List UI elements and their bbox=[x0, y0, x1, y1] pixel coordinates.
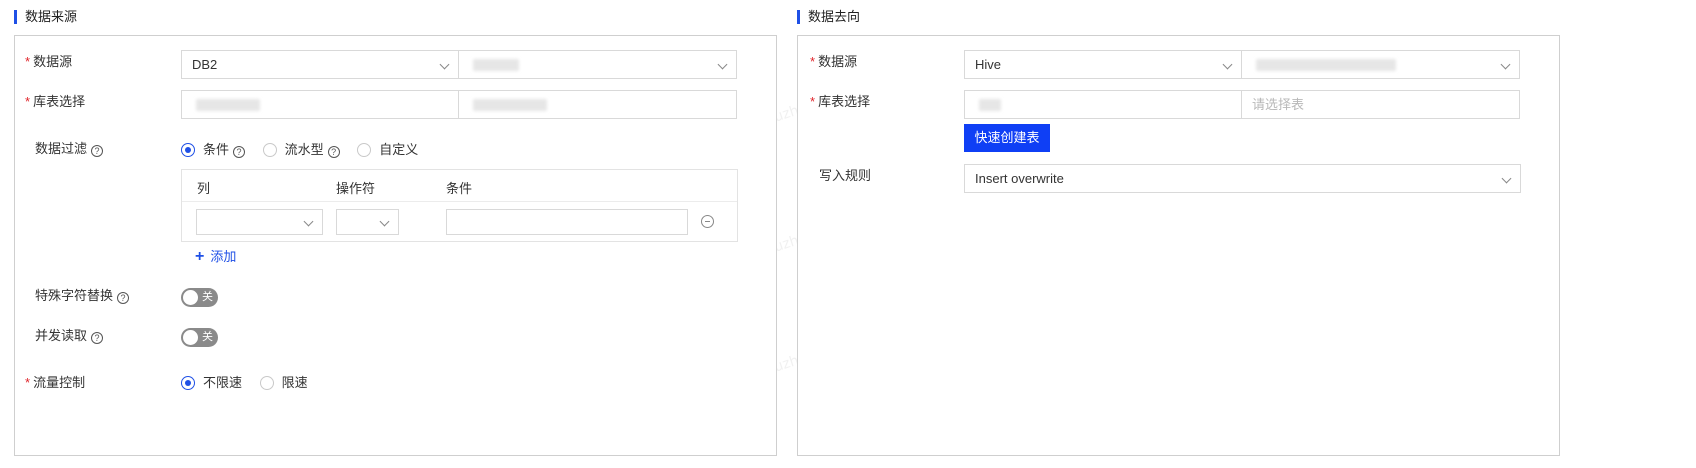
redacted-text bbox=[979, 99, 1001, 111]
filter-col-header-operator: 操作符 bbox=[336, 181, 376, 196]
concurrent-read-label: 并发读取? bbox=[35, 326, 104, 346]
redacted-text bbox=[473, 99, 547, 111]
question-circle-icon[interactable]: ? bbox=[233, 146, 246, 158]
flow-control-radio-group: 不限速 限速 bbox=[181, 373, 322, 393]
source-db-select[interactable] bbox=[181, 90, 459, 119]
filter-radio-stream[interactable] bbox=[262, 143, 277, 157]
filter-column-select[interactable] bbox=[196, 209, 323, 235]
filter-table: 列 操作符 条件 bbox=[181, 169, 738, 242]
filter-radio-condition[interactable] bbox=[181, 143, 195, 157]
flow-control-label: * 流量控制 bbox=[25, 375, 86, 390]
target-datasource-type-select[interactable]: Hive bbox=[964, 50, 1242, 79]
data-filter-label: 数据过滤? bbox=[35, 139, 104, 159]
chevron-down-icon bbox=[1222, 59, 1233, 70]
filter-condition-input[interactable] bbox=[446, 209, 688, 235]
redacted-text bbox=[473, 59, 519, 71]
filter-col-header-condition: 条件 bbox=[446, 181, 473, 196]
source-table-select-label: * 库表选择 bbox=[25, 94, 86, 109]
question-circle-icon[interactable]: ? bbox=[117, 292, 130, 304]
chevron-down-icon bbox=[439, 59, 450, 70]
source-table-select[interactable] bbox=[458, 90, 737, 119]
redacted-text bbox=[196, 99, 260, 111]
flow-radio-unlimited[interactable] bbox=[181, 376, 195, 390]
filter-col-header-column: 列 bbox=[197, 181, 211, 196]
special-char-label: 特殊字符替换? bbox=[35, 286, 130, 306]
source-panel: * 数据源 DB2 * 库表选择 数据过滤? 条件? 流水型? 自定义 列 操作符 … bbox=[14, 35, 777, 456]
question-circle-icon[interactable]: ? bbox=[327, 146, 340, 158]
quick-create-table-button[interactable]: 快速创建表 bbox=[964, 124, 1050, 152]
source-datasource-type-select[interactable]: DB2 bbox=[181, 50, 459, 79]
filter-operator-select[interactable] bbox=[336, 209, 399, 235]
question-circle-icon[interactable]: ? bbox=[91, 332, 104, 344]
source-datasource-label: * 数据源 bbox=[25, 54, 73, 69]
chevron-down-icon bbox=[303, 216, 314, 227]
target-section-title: 数据去向 bbox=[797, 8, 860, 26]
plus-icon: + bbox=[195, 248, 205, 265]
data-filter-radio-group: 条件? 流水型? 自定义 bbox=[181, 140, 432, 160]
question-circle-icon[interactable]: ? bbox=[91, 145, 104, 157]
chevron-down-icon bbox=[379, 216, 390, 227]
minus-circle-icon[interactable] bbox=[701, 215, 714, 228]
chevron-down-icon bbox=[1500, 59, 1511, 70]
add-filter-button[interactable]: + 添加 bbox=[195, 248, 236, 266]
write-rule-label: 写入规则 bbox=[819, 168, 872, 183]
redacted-text bbox=[1256, 59, 1396, 71]
chevron-down-icon bbox=[717, 59, 728, 70]
chevron-down-icon bbox=[1501, 173, 1512, 184]
target-db-select[interactable] bbox=[964, 90, 1242, 119]
filter-radio-custom[interactable] bbox=[357, 143, 372, 157]
source-section-title: 数据来源 bbox=[14, 8, 77, 26]
source-datasource-instance-select[interactable] bbox=[458, 50, 737, 79]
concurrent-read-toggle[interactable]: 关 bbox=[181, 328, 218, 347]
target-table-select-label: * 库表选择 bbox=[810, 94, 871, 109]
target-table-select[interactable]: 请选择表 bbox=[1241, 90, 1520, 119]
target-datasource-label: * 数据源 bbox=[810, 54, 858, 69]
divider bbox=[182, 201, 737, 202]
flow-radio-limited[interactable] bbox=[259, 376, 274, 390]
special-char-toggle[interactable]: 关 bbox=[181, 288, 218, 307]
write-rule-select[interactable]: Insert overwrite bbox=[964, 164, 1521, 193]
target-datasource-instance-select[interactable] bbox=[1241, 50, 1520, 79]
target-panel: * 数据源 Hive * 库表选择 请选择表 快速创建表 写入规则 Insert o… bbox=[797, 35, 1560, 456]
